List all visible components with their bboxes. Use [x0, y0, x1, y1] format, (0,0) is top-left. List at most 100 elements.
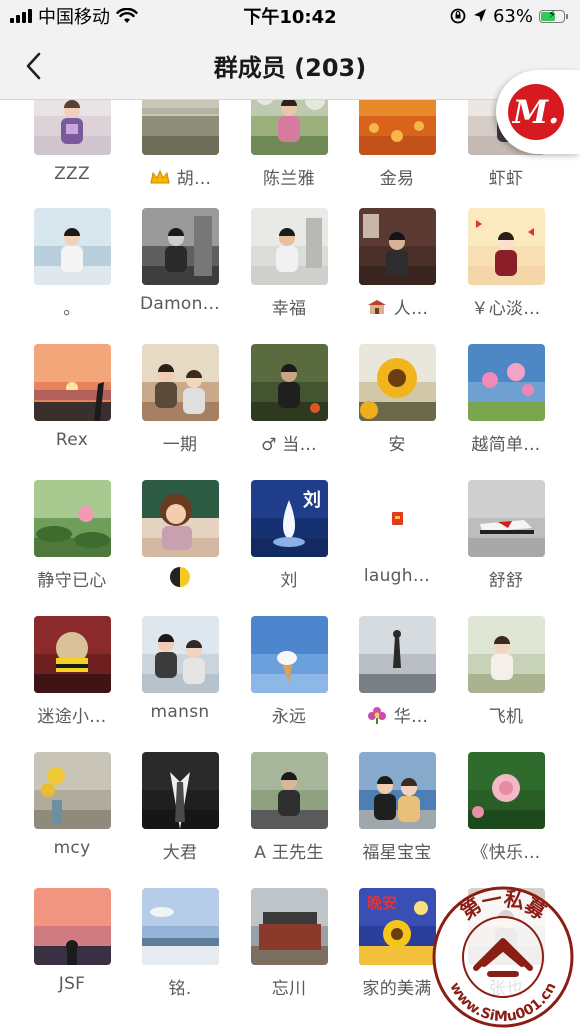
member-cell[interactable]: 大君 — [126, 752, 234, 863]
member-cell[interactable]: 迷途小… — [18, 616, 126, 727]
member-cell[interactable]: 静守已心 — [18, 480, 126, 591]
member-name: mcy — [20, 838, 124, 858]
member-cell[interactable]: ♂ 当… — [235, 344, 343, 455]
member-name-text: 家的美满 — [362, 979, 432, 999]
member-name — [128, 566, 232, 593]
member-avatar[interactable] — [33, 752, 111, 829]
member-avatar[interactable] — [358, 208, 436, 285]
member-name: 胡… — [128, 164, 232, 191]
battery-icon: ⚡ — [539, 8, 568, 23]
member-avatar[interactable] — [33, 888, 111, 965]
member-name-text: 人… — [393, 299, 429, 319]
member-name-text: ￥心淡… — [471, 299, 541, 319]
member-avatar[interactable] — [250, 752, 328, 829]
member-name: 。 — [20, 294, 124, 319]
member-cell[interactable]: 一期 — [126, 344, 234, 455]
member-cell[interactable]: Rex — [18, 344, 126, 450]
member-name-text: Damon… — [139, 294, 221, 314]
member-cell[interactable]: ￥心淡… — [452, 208, 560, 319]
member-cell[interactable]: 忘川 — [235, 888, 343, 999]
member-avatar[interactable] — [358, 480, 436, 557]
member-avatar[interactable] — [141, 888, 219, 965]
member-cell[interactable]: 铭. — [126, 888, 234, 999]
member-cell[interactable]: 永远 — [235, 616, 343, 727]
member-name: mansn — [128, 702, 232, 722]
status-bar: 中国移动 下午10:42 63% ⚡ — [0, 0, 580, 32]
member-name: 陈兰雅 — [237, 164, 341, 189]
signal-icon — [10, 9, 32, 23]
member-name: Rex — [20, 430, 124, 450]
member-name-text: mansn — [150, 702, 210, 722]
orientation-lock-icon — [450, 8, 466, 24]
member-avatar[interactable] — [467, 616, 545, 693]
svg-text:刘: 刘 — [303, 489, 321, 511]
member-cell[interactable]: 舒舒 — [452, 480, 560, 591]
member-avatar[interactable] — [250, 616, 328, 693]
member-avatar[interactable] — [141, 616, 219, 693]
member-avatar[interactable] — [33, 344, 111, 421]
member-name-text: 迷途小… — [37, 707, 107, 727]
member-avatar[interactable] — [358, 752, 436, 829]
member-name: laugh… — [345, 566, 449, 586]
member-cell[interactable]: 飞机 — [452, 616, 560, 727]
member-cell[interactable]: 华… — [343, 616, 451, 729]
member-avatar[interactable]: 晚安 — [358, 888, 436, 965]
member-cell[interactable]: 安 — [343, 344, 451, 455]
badge-letter: M. — [512, 93, 560, 131]
member-cell[interactable]: mansn — [126, 616, 234, 722]
member-avatar[interactable] — [141, 344, 219, 421]
member-name-text: Rex — [55, 430, 89, 450]
member-avatar[interactable] — [33, 480, 111, 557]
member-name-text: 安 — [388, 435, 406, 455]
member-name: ￥心淡… — [454, 294, 558, 319]
member-avatar[interactable] — [250, 208, 328, 285]
member-avatar[interactable] — [467, 480, 545, 557]
member-name: ZZZ — [20, 164, 124, 184]
member-avatar[interactable] — [467, 752, 545, 829]
member-avatar[interactable] — [358, 616, 436, 693]
flower-icon — [366, 706, 388, 729]
member-cell[interactable]: 《快乐… — [452, 752, 560, 863]
member-cell[interactable]: 幸福 — [235, 208, 343, 319]
member-cell[interactable]: 人… — [343, 208, 451, 321]
member-name-text: A 王先生 — [254, 843, 324, 863]
temple-icon — [366, 299, 388, 321]
member-avatar[interactable] — [141, 208, 219, 285]
member-name-text: 幸福 — [271, 299, 307, 319]
member-avatar[interactable]: 刘 — [250, 480, 328, 557]
member-avatar[interactable] — [467, 344, 545, 421]
member-name: 大君 — [128, 838, 232, 863]
page-title: 群成员 (203) — [213, 54, 367, 82]
crown-icon — [149, 169, 171, 191]
member-cell[interactable] — [126, 480, 234, 593]
member-cell[interactable]: 越简单… — [452, 344, 560, 455]
member-avatar[interactable] — [467, 208, 545, 285]
member-name-text: 舒舒 — [488, 571, 524, 591]
member-grid: ZZZ 胡… 陈兰雅 金易 虾虾。 Damon… 幸福 人… ￥心淡… Rex 一期 ♂ 当… 安 越简单… — [0, 0, 580, 1032]
member-avatar[interactable] — [250, 344, 328, 421]
floating-app-badge[interactable]: M. — [496, 70, 580, 154]
member-avatar[interactable] — [358, 344, 436, 421]
member-cell[interactable]: A 王先生 — [235, 752, 343, 863]
wifi-icon — [116, 8, 138, 23]
member-cell[interactable]: mcy — [18, 752, 126, 858]
member-cell[interactable]: laugh… — [343, 480, 451, 586]
member-name-text: 福星宝宝 — [362, 843, 432, 863]
member-cell[interactable]: 刘刘 — [235, 480, 343, 591]
member-cell[interactable]: 福星宝宝 — [343, 752, 451, 863]
member-name-text: 一期 — [162, 435, 198, 455]
location-icon — [473, 9, 486, 22]
member-avatar[interactable] — [141, 752, 219, 829]
member-cell[interactable]: JSF — [18, 888, 126, 994]
member-cell[interactable]: 。 — [18, 208, 126, 319]
member-name: 刘 — [237, 566, 341, 591]
member-avatar[interactable] — [33, 616, 111, 693]
member-name: Damon… — [128, 294, 232, 314]
member-avatar[interactable] — [33, 208, 111, 285]
member-avatar[interactable] — [250, 888, 328, 965]
member-name: 《快乐… — [454, 838, 558, 863]
member-cell[interactable]: Damon… — [126, 208, 234, 314]
member-name: 舒舒 — [454, 566, 558, 591]
member-avatar[interactable] — [141, 480, 219, 557]
moon-icon — [169, 567, 191, 593]
